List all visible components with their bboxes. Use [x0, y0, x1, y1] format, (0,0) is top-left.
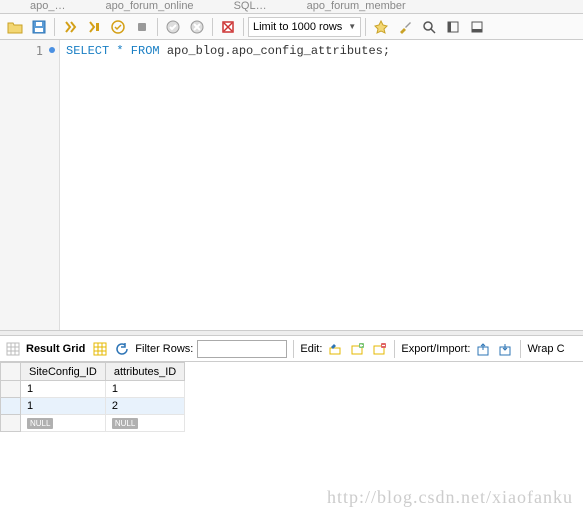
- cell-null[interactable]: NULL: [21, 415, 106, 432]
- result-toolbar: Result Grid Filter Rows: Edit: Export/Im…: [0, 336, 583, 362]
- sql-keyword: SELECT * FROM: [66, 44, 160, 58]
- code-area[interactable]: SELECT * FROM apo_blog.apo_config_attrib…: [60, 40, 583, 330]
- commit-icon[interactable]: [162, 16, 184, 38]
- panel-toggle-1-icon[interactable]: [442, 16, 464, 38]
- brush-icon[interactable]: [394, 16, 416, 38]
- line-gutter: 1: [0, 40, 60, 330]
- tab-item[interactable]: apo_forum_online: [105, 0, 193, 13]
- cell-null[interactable]: NULL: [105, 415, 184, 432]
- rollback-icon[interactable]: [186, 16, 208, 38]
- save-icon[interactable]: [28, 16, 50, 38]
- table-row-null[interactable]: NULL NULL: [1, 415, 185, 432]
- grid-view-icon[interactable]: [91, 340, 109, 358]
- tab-item[interactable]: apo_…: [30, 0, 65, 13]
- add-row-icon[interactable]: [348, 340, 366, 358]
- edit-row-icon[interactable]: [326, 340, 344, 358]
- autocommit-icon[interactable]: [217, 16, 239, 38]
- search-icon[interactable]: [418, 16, 440, 38]
- row-limit-label: Limit to 1000 rows: [253, 21, 342, 33]
- edit-label: Edit:: [300, 343, 322, 355]
- sql-toolbar: Limit to 1000 rows ▼: [0, 14, 583, 40]
- open-file-icon[interactable]: [4, 16, 26, 38]
- row-header-corner: [1, 363, 21, 381]
- row-header[interactable]: [1, 398, 21, 415]
- table-row[interactable]: 1 1: [1, 381, 185, 398]
- beautify-icon[interactable]: [370, 16, 392, 38]
- sql-editor[interactable]: 1 SELECT * FROM apo_blog.apo_config_attr…: [0, 40, 583, 330]
- column-header[interactable]: SiteConfig_ID: [21, 363, 106, 381]
- export-icon[interactable]: [474, 340, 492, 358]
- refresh-icon[interactable]: [113, 340, 131, 358]
- filter-rows-label: Filter Rows:: [135, 343, 193, 355]
- editor-tabs: apo_… apo_forum_online SQL… apo_forum_me…: [0, 0, 583, 14]
- explain-icon[interactable]: [107, 16, 129, 38]
- table-row[interactable]: 1 2: [1, 398, 185, 415]
- row-header[interactable]: [1, 415, 21, 432]
- tab-item[interactable]: apo_forum_member: [307, 0, 406, 13]
- result-grid-icon[interactable]: [4, 340, 22, 358]
- cell[interactable]: 1: [21, 398, 106, 415]
- result-grid[interactable]: SiteConfig_ID attributes_ID 1 1 1 2 NULL…: [0, 362, 185, 432]
- result-grid-label: Result Grid: [26, 343, 85, 355]
- stop-icon[interactable]: [131, 16, 153, 38]
- delete-row-icon[interactable]: [370, 340, 388, 358]
- row-header[interactable]: [1, 381, 21, 398]
- filter-rows-input[interactable]: [197, 340, 287, 358]
- panel-toggle-2-icon[interactable]: [466, 16, 488, 38]
- cell[interactable]: 1: [21, 381, 106, 398]
- cell[interactable]: 2: [105, 398, 184, 415]
- line-number: 1: [36, 44, 43, 58]
- export-import-label: Export/Import:: [401, 343, 470, 355]
- null-badge: NULL: [112, 418, 138, 429]
- wrap-cell-label: Wrap C: [527, 343, 564, 355]
- execute-icon[interactable]: [59, 16, 81, 38]
- watermark-text: http://blog.csdn.net/xiaofanku: [327, 487, 573, 508]
- sql-text: apo_blog.apo_config_attributes;: [160, 44, 390, 58]
- execute-current-icon[interactable]: [83, 16, 105, 38]
- tab-item[interactable]: SQL…: [234, 0, 267, 13]
- chevron-down-icon: ▼: [348, 22, 356, 31]
- breakpoint-dot-icon: [49, 47, 55, 53]
- cell[interactable]: 1: [105, 381, 184, 398]
- column-header[interactable]: attributes_ID: [105, 363, 184, 381]
- import-icon[interactable]: [496, 340, 514, 358]
- row-limit-dropdown[interactable]: Limit to 1000 rows ▼: [248, 17, 361, 37]
- null-badge: NULL: [27, 418, 53, 429]
